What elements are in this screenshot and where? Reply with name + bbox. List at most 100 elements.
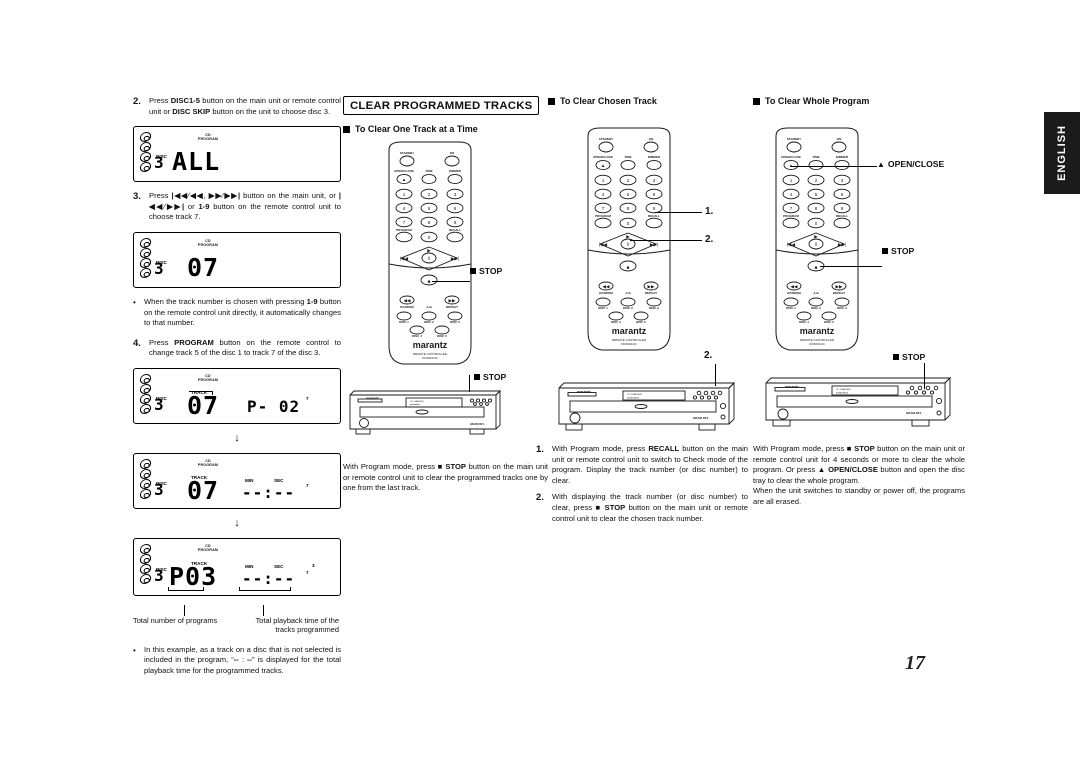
svg-text:|◀◀: |◀◀ [787, 242, 796, 247]
svg-text:OPEN/CLOSE: OPEN/CLOSE [781, 155, 801, 159]
column-four-body: With Program mode, press ■ STOP button o… [753, 444, 966, 506]
step-4: 4. Press PROGRAM button on the remote co… [133, 338, 341, 359]
svg-text:RANDOM: RANDOM [400, 305, 414, 309]
disc-icon [138, 383, 153, 394]
svg-text:STANDBY: STANDBY [599, 137, 613, 141]
svg-text:ON: ON [649, 137, 654, 141]
step-3-text: Press |◀◀∕◀◀, ▶▶∕▶▶| button on the main … [149, 191, 342, 222]
disc-icon [138, 403, 153, 414]
svg-text:4: 4 [602, 192, 605, 197]
step-4-text: Press PROGRAM button on the remote contr… [149, 337, 341, 358]
svg-text:PROGRAM: PROGRAM [595, 214, 611, 218]
disc-icon [138, 132, 153, 143]
svg-text:DISC 2: DISC 2 [623, 306, 633, 310]
callout-stop-remote-3: STOP [882, 246, 914, 256]
svg-text:DISC 5: DISC 5 [824, 320, 834, 324]
square-bullet-icon [343, 125, 350, 133]
callout-number-1: 1. [705, 206, 714, 217]
svg-text:OPEN/CLOSE: OPEN/CLOSE [394, 169, 414, 173]
disc-indicator-group [138, 132, 153, 173]
disc-icon [138, 393, 153, 404]
svg-text:0: 0 [815, 221, 818, 226]
svg-text:1: 1 [403, 192, 406, 197]
callout-label: OPEN/CLOSE [887, 159, 945, 169]
svg-text:1: 1 [790, 178, 793, 183]
svg-text:▶▶: ▶▶ [448, 298, 456, 303]
disc-icon [138, 373, 153, 384]
svg-text:5: 5 [428, 206, 431, 211]
disc-icon [138, 478, 153, 489]
svg-text:5: 5 [627, 192, 630, 197]
bullet-note-1-text: When the track number is chosen with pre… [144, 296, 341, 328]
svg-text:HDAM DF1: HDAM DF1 [906, 411, 922, 415]
svg-text:6: 6 [454, 206, 457, 211]
svg-text:5: 5 [815, 192, 818, 197]
bullet-dot: • [133, 297, 136, 307]
svg-text:A-B: A-B [625, 291, 631, 295]
svg-text:CD CHANGER: CD CHANGER [627, 393, 642, 396]
svg-text:▶▶|: ▶▶| [451, 256, 459, 261]
flow-arrow: ↓ [234, 431, 240, 444]
svg-text:0: 0 [428, 235, 431, 240]
subsection-clear-one-track: To Clear One Track at a Time [343, 124, 548, 134]
remote-control-illustration-3: STANDBY ON OPEN/CLOSE TIME DIMMER PROGRAM RE… [758, 126, 876, 354]
disc-icon [138, 563, 153, 574]
disc-indicator-group [138, 373, 153, 414]
svg-text:7: 7 [602, 206, 605, 211]
callout-open-close: ▲ OPEN/CLOSE [877, 159, 944, 169]
callout-label: STOP [483, 372, 507, 382]
disc-icon [138, 162, 153, 173]
c3-step-2-text: With displaying the track number (or dis… [552, 492, 748, 523]
disc-indicator-group [138, 237, 153, 278]
svg-text:REPEAT: REPEAT [833, 291, 845, 295]
svg-text:4: 4 [790, 192, 793, 197]
callout-stop-unit: STOP [474, 372, 506, 382]
svg-text:OPEN/CLOSE: OPEN/CLOSE [593, 155, 613, 159]
svg-text:6: 6 [841, 192, 844, 197]
subsection-clear-chosen-track: To Clear Chosen Track [548, 96, 748, 106]
cd-player-illustration-1: marantz HDAM DF1 CD CHANGER ●●●●●●●● [344, 385, 504, 445]
callout-leader [655, 212, 702, 214]
display-main-value: ALL [172, 147, 221, 177]
svg-text:PROGRAM: PROGRAM [396, 228, 412, 232]
svg-text:PROGRAM: PROGRAM [783, 214, 799, 218]
cd-label: CD PROGRAM [197, 543, 219, 552]
c3-step-2-number: 2. [536, 492, 544, 504]
cd-player-illustration-2: marantz HDAM DF1 CD CHANGER ●●●●●●●●● [553, 378, 738, 440]
svg-text:REPEAT: REPEAT [446, 305, 458, 309]
svg-text:▲: ▲ [601, 163, 606, 168]
disc-icon [138, 257, 153, 268]
svg-text:▶▶|: ▶▶| [838, 242, 846, 247]
disc-value: 3 [154, 258, 165, 278]
svg-text:DISC 4: DISC 4 [799, 320, 809, 324]
svg-text:DISC 2: DISC 2 [424, 320, 434, 324]
svg-text:TIME: TIME [425, 169, 432, 173]
bullet-dot: • [133, 645, 136, 655]
svg-text:DISC 1: DISC 1 [786, 306, 796, 310]
svg-text:RC6001CD: RC6001CD [809, 342, 825, 346]
svg-text:STANDBY: STANDBY [787, 137, 801, 141]
display-main-value: 07 [187, 252, 220, 282]
svg-text:CD CHANGER: CD CHANGER [410, 400, 424, 403]
disc-icon [138, 488, 153, 499]
svg-text:3: 3 [653, 178, 656, 183]
cd-label: CD PROGRAM [197, 238, 219, 247]
bullet-note-2-text: In this example, as a track on a disc th… [144, 644, 341, 675]
cd-label: CD PROGRAM [197, 458, 219, 467]
callout-stop-remote: STOP [470, 266, 502, 276]
cd-label: CD PROGRAM [197, 133, 219, 142]
c3-step-2: 2. With displaying the track number (or … [536, 492, 748, 524]
disc-value: 3 [154, 565, 165, 585]
display-extra-2: 3 [312, 562, 315, 568]
svg-text:3: 3 [841, 178, 844, 183]
disc-icon [138, 573, 153, 584]
column-two: CLEAR PROGRAMMED TRACKS To Clear One Tra… [343, 96, 548, 143]
svg-text:■: ■ [815, 265, 818, 270]
callout-leader [715, 364, 717, 386]
svg-text:RANDOM: RANDOM [599, 291, 613, 295]
callout-leader [630, 240, 702, 242]
display-extra: 7 [306, 569, 309, 575]
svg-text:DIMMER: DIMMER [648, 155, 661, 159]
callout-number-unit-2: 2. [704, 350, 713, 361]
manual-page: ENGLISH 17 2. Press DISC1-5 button on th… [0, 0, 1080, 763]
